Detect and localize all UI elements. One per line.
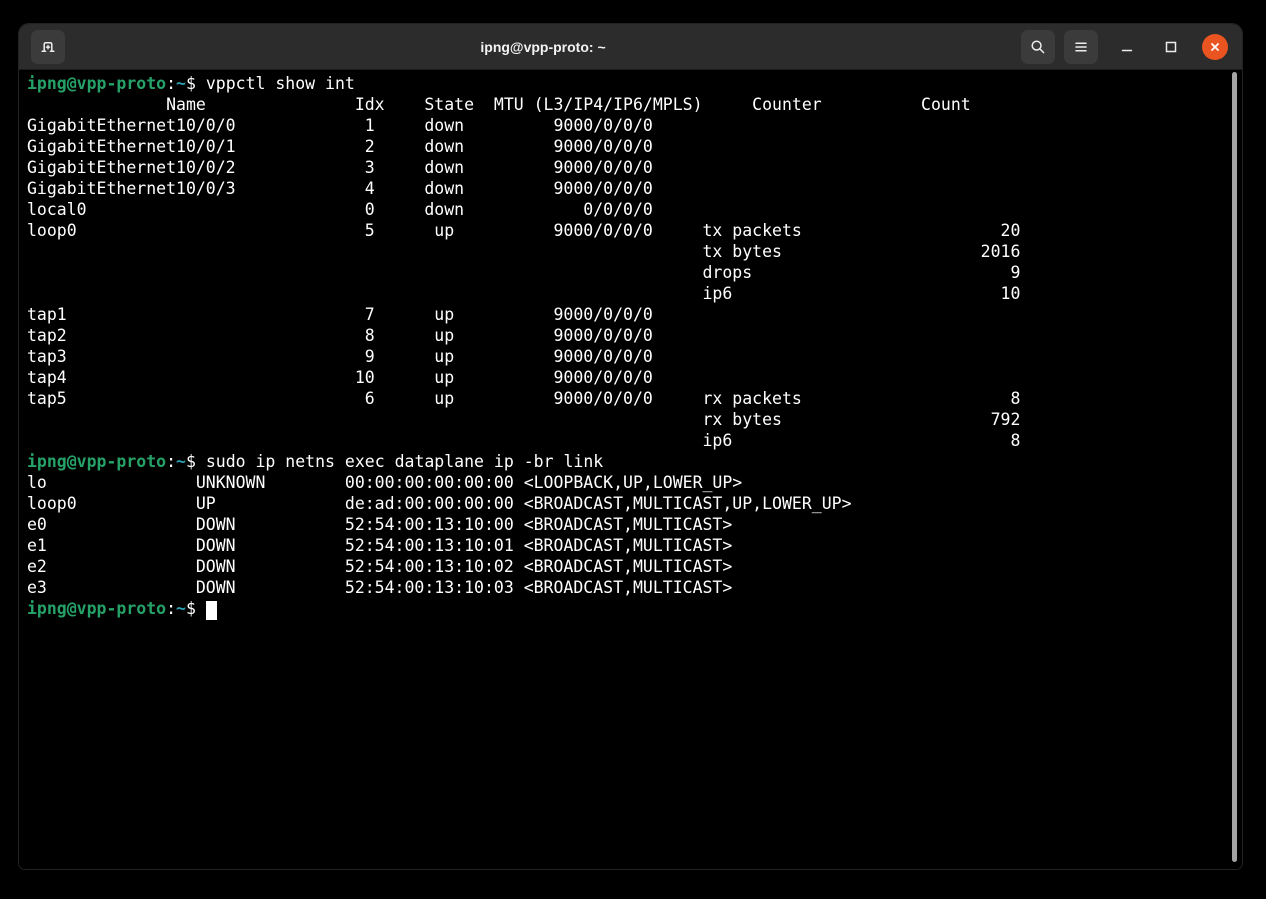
terminal-line: local0 0 down 0/0/0/0 bbox=[27, 199, 1234, 220]
terminal-line: lo UNKNOWN 00:00:00:00:00:00 <LOOPBACK,U… bbox=[27, 472, 1234, 493]
command-text: vppctl show int bbox=[206, 74, 355, 93]
prompt-colon: : bbox=[166, 74, 176, 93]
terminal-line: GigabitEthernet10/0/1 2 down 9000/0/0/0 bbox=[27, 136, 1234, 157]
output-text: lo UNKNOWN 00:00:00:00:00:00 <LOOPBACK,U… bbox=[27, 473, 742, 492]
output-text: local0 0 down 0/0/0/0 bbox=[27, 200, 653, 219]
output-text: loop0 5 up 9000/0/0/0 tx packets 20 bbox=[27, 221, 1020, 240]
minimize-icon bbox=[1119, 39, 1135, 55]
output-text: rx bytes 792 bbox=[27, 410, 1020, 429]
terminal-line: GigabitEthernet10/0/2 3 down 9000/0/0/0 bbox=[27, 157, 1234, 178]
terminal-line: drops 9 bbox=[27, 262, 1234, 283]
close-icon bbox=[1208, 40, 1222, 54]
screen: { "window": { "title": "ipng@vpp-proto: … bbox=[0, 0, 1266, 899]
search-button[interactable] bbox=[1021, 30, 1055, 64]
output-text: e1 DOWN 52:54:00:13:10:01 <BROADCAST,MUL… bbox=[27, 536, 732, 555]
maximize-button[interactable] bbox=[1156, 32, 1186, 62]
prompt-path: ~ bbox=[176, 74, 186, 93]
close-button[interactable] bbox=[1200, 32, 1230, 62]
output-text: drops 9 bbox=[27, 263, 1020, 282]
terminal-line: e0 DOWN 52:54:00:13:10:00 <BROADCAST,MUL… bbox=[27, 514, 1234, 535]
terminal-line: GigabitEthernet10/0/0 1 down 9000/0/0/0 bbox=[27, 115, 1234, 136]
scrollbar[interactable] bbox=[1232, 72, 1237, 862]
new-tab-icon bbox=[39, 38, 57, 56]
command-text: sudo ip netns exec dataplane ip -br link bbox=[206, 452, 603, 471]
terminal-line: tap2 8 up 9000/0/0/0 bbox=[27, 325, 1234, 346]
prompt-dollar: $ bbox=[186, 452, 206, 471]
prompt-user: ipng@vpp-proto bbox=[27, 599, 166, 618]
terminal-line: tap3 9 up 9000/0/0/0 bbox=[27, 346, 1234, 367]
terminal-line: tap4 10 up 9000/0/0/0 bbox=[27, 367, 1234, 388]
terminal-line: GigabitEthernet10/0/3 4 down 9000/0/0/0 bbox=[27, 178, 1234, 199]
terminal-window: ipng@vpp-proto: ~ bbox=[18, 23, 1243, 870]
terminal-line: rx bytes 792 bbox=[27, 409, 1234, 430]
hamburger-menu-icon bbox=[1072, 38, 1090, 56]
terminal-line: e3 DOWN 52:54:00:13:10:03 <BROADCAST,MUL… bbox=[27, 577, 1234, 598]
output-text: ip6 8 bbox=[27, 431, 1020, 450]
output-text: tap5 6 up 9000/0/0/0 rx packets 8 bbox=[27, 389, 1020, 408]
maximize-icon bbox=[1163, 39, 1179, 55]
output-text: loop0 UP de:ad:00:00:00:00 <BROADCAST,MU… bbox=[27, 494, 852, 513]
terminal-line: ipng@vpp-proto:~$ vppctl show int bbox=[27, 73, 1234, 94]
output-text: tap2 8 up 9000/0/0/0 bbox=[27, 326, 653, 345]
output-text: tx bytes 2016 bbox=[27, 242, 1020, 261]
prompt-path: ~ bbox=[176, 452, 186, 471]
output-text: GigabitEthernet10/0/3 4 down 9000/0/0/0 bbox=[27, 179, 653, 198]
prompt-user: ipng@vpp-proto bbox=[27, 74, 166, 93]
output-text: e3 DOWN 52:54:00:13:10:03 <BROADCAST,MUL… bbox=[27, 578, 732, 597]
close-button-circle bbox=[1202, 34, 1228, 60]
output-text: GigabitEthernet10/0/1 2 down 9000/0/0/0 bbox=[27, 137, 653, 156]
headerbar: ipng@vpp-proto: ~ bbox=[19, 24, 1242, 70]
terminal-cursor bbox=[206, 601, 217, 620]
output-text: tap4 10 up 9000/0/0/0 bbox=[27, 368, 653, 387]
terminal-line: ipng@vpp-proto:~$ bbox=[27, 598, 1234, 619]
output-text: GigabitEthernet10/0/0 1 down 9000/0/0/0 bbox=[27, 116, 653, 135]
terminal-line: ip6 8 bbox=[27, 430, 1234, 451]
output-text: e0 DOWN 52:54:00:13:10:00 <BROADCAST,MUL… bbox=[27, 515, 732, 534]
search-icon bbox=[1029, 38, 1047, 56]
output-text: tap1 7 up 9000/0/0/0 bbox=[27, 305, 653, 324]
window-title: ipng@vpp-proto: ~ bbox=[65, 39, 1021, 55]
new-tab-button[interactable] bbox=[31, 30, 65, 64]
terminal-line: e1 DOWN 52:54:00:13:10:01 <BROADCAST,MUL… bbox=[27, 535, 1234, 556]
terminal-line: ipng@vpp-proto:~$ sudo ip netns exec dat… bbox=[27, 451, 1234, 472]
output-text: Name Idx State MTU (L3/IP4/IP6/MPLS) Cou… bbox=[27, 95, 971, 114]
terminal-line: tap1 7 up 9000/0/0/0 bbox=[27, 304, 1234, 325]
prompt-dollar: $ bbox=[186, 599, 206, 618]
prompt-colon: : bbox=[166, 452, 176, 471]
minimize-button[interactable] bbox=[1112, 32, 1142, 62]
prompt-colon: : bbox=[166, 599, 176, 618]
terminal-line: tap5 6 up 9000/0/0/0 rx packets 8 bbox=[27, 388, 1234, 409]
terminal-line: loop0 UP de:ad:00:00:00:00 <BROADCAST,MU… bbox=[27, 493, 1234, 514]
prompt-dollar: $ bbox=[186, 74, 206, 93]
terminal-line: Name Idx State MTU (L3/IP4/IP6/MPLS) Cou… bbox=[27, 94, 1234, 115]
terminal-line: tx bytes 2016 bbox=[27, 241, 1234, 262]
prompt-user: ipng@vpp-proto bbox=[27, 452, 166, 471]
terminal-line: loop0 5 up 9000/0/0/0 tx packets 20 bbox=[27, 220, 1234, 241]
terminal-line: ip6 10 bbox=[27, 283, 1234, 304]
output-text: GigabitEthernet10/0/2 3 down 9000/0/0/0 bbox=[27, 158, 653, 177]
terminal-screen[interactable]: ipng@vpp-proto:~$ vppctl show int Name I… bbox=[19, 70, 1242, 869]
headerbar-controls bbox=[1021, 30, 1230, 64]
output-text: tap3 9 up 9000/0/0/0 bbox=[27, 347, 653, 366]
menu-button[interactable] bbox=[1064, 30, 1098, 64]
output-text: ip6 10 bbox=[27, 284, 1020, 303]
terminal-line: e2 DOWN 52:54:00:13:10:02 <BROADCAST,MUL… bbox=[27, 556, 1234, 577]
output-text: e2 DOWN 52:54:00:13:10:02 <BROADCAST,MUL… bbox=[27, 557, 732, 576]
prompt-path: ~ bbox=[176, 599, 186, 618]
